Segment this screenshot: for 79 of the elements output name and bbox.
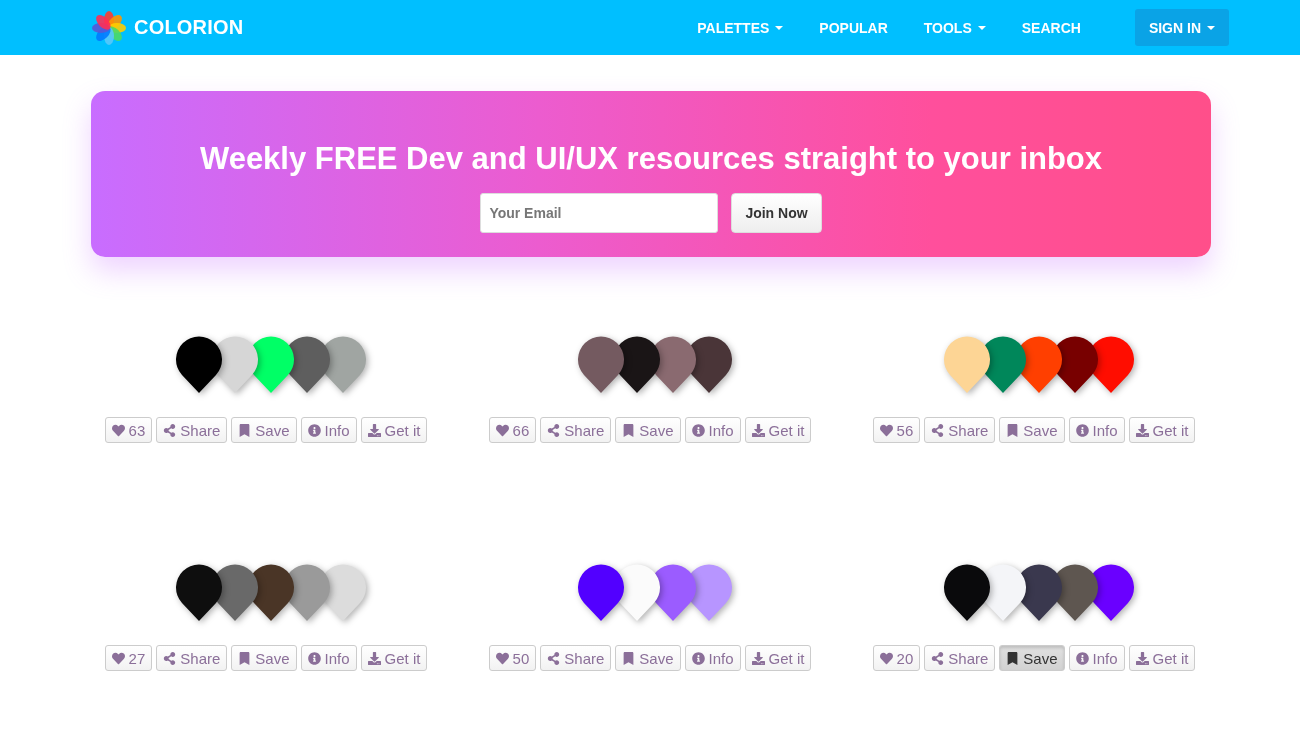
- info-button[interactable]: Info: [300, 417, 357, 443]
- download-icon: [1135, 651, 1149, 665]
- save-button[interactable]: Save: [999, 417, 1065, 443]
- like-button[interactable]: 27: [104, 645, 153, 671]
- share-button[interactable]: Share: [156, 417, 228, 443]
- info-button[interactable]: Info: [684, 417, 741, 443]
- share-button[interactable]: Share: [924, 417, 996, 443]
- download-button[interactable]: Get it: [744, 645, 812, 671]
- share-button[interactable]: Share: [924, 645, 996, 671]
- download-icon: [751, 651, 765, 665]
- share-button[interactable]: Share: [540, 645, 612, 671]
- color-drops-drawing[interactable]: [577, 335, 733, 395]
- share-icon: [163, 423, 177, 437]
- nav-link[interactable]: PALETTES: [697, 19, 784, 36]
- caret-icon: [775, 25, 784, 30]
- flower-logo-icon: [92, 10, 126, 45]
- download-icon: [367, 423, 381, 437]
- heart-icon: [111, 423, 125, 437]
- info-button[interactable]: Info: [1068, 417, 1125, 443]
- bookmark-icon: [622, 423, 636, 437]
- heart-icon: [495, 651, 509, 665]
- download-button[interactable]: Get it: [1128, 417, 1196, 443]
- like-button[interactable]: 56: [872, 417, 921, 443]
- share-icon: [931, 423, 945, 437]
- bookmark-icon: [238, 423, 252, 437]
- color-drops-drawing[interactable]: [577, 563, 733, 623]
- bookmark-icon: [1006, 423, 1020, 437]
- share-icon: [547, 651, 561, 665]
- info-icon: [1075, 423, 1089, 437]
- nav-link[interactable]: SEARCH: [1021, 19, 1081, 36]
- share-icon: [931, 651, 945, 665]
- info-icon: [307, 423, 321, 437]
- heart-icon: [879, 423, 893, 437]
- download-button[interactable]: Get it: [744, 417, 812, 443]
- share-icon: [547, 423, 561, 437]
- info-button[interactable]: Info: [300, 645, 357, 671]
- info-button[interactable]: Info: [1068, 645, 1125, 671]
- info-icon: [1075, 651, 1089, 665]
- email-field[interactable]: Your Email: [480, 193, 719, 233]
- heart-icon: [879, 651, 893, 665]
- download-icon: [1135, 423, 1149, 437]
- like-button[interactable]: 20: [872, 645, 921, 671]
- download-icon: [751, 423, 765, 437]
- download-icon: [367, 651, 381, 665]
- save-button[interactable]: Save: [231, 645, 297, 671]
- color-drops-drawing[interactable]: [175, 335, 367, 395]
- like-button[interactable]: 63: [104, 417, 153, 443]
- brand-name[interactable]: COLORION: [134, 16, 244, 39]
- bookmark-icon: [238, 651, 252, 665]
- info-icon: [691, 423, 705, 437]
- caret-icon: [1207, 25, 1215, 30]
- save-button[interactable]: Save: [231, 417, 297, 443]
- info-icon: [691, 651, 705, 665]
- download-button[interactable]: Get it: [360, 417, 428, 443]
- bookmark-icon: [622, 651, 636, 665]
- share-icon: [163, 651, 177, 665]
- share-button[interactable]: Share: [540, 417, 612, 443]
- join-button[interactable]: Join Now: [731, 193, 822, 233]
- save-button[interactable]: Save: [615, 645, 681, 671]
- like-button[interactable]: 50: [488, 645, 537, 671]
- bookmark-icon: [1006, 651, 1020, 665]
- download-button[interactable]: Get it: [360, 645, 428, 671]
- info-icon: [307, 651, 321, 665]
- color-drops-drawing[interactable]: [943, 335, 1135, 395]
- save-button[interactable]: Save: [615, 417, 681, 443]
- heart-icon: [495, 423, 509, 437]
- banner-title: Weekly FREE Dev and UI/UX resources straight to your inbox: [199, 141, 1103, 177]
- sign-in-button[interactable]: SIGN IN: [1134, 9, 1229, 46]
- color-drops-drawing[interactable]: [943, 563, 1135, 623]
- caret-icon: [977, 25, 986, 30]
- nav-link[interactable]: TOOLS: [923, 19, 986, 36]
- download-button[interactable]: Get it: [1128, 645, 1196, 671]
- color-drops-drawing[interactable]: [175, 563, 367, 623]
- like-button[interactable]: 66: [488, 417, 537, 443]
- save-button[interactable]: Save: [999, 645, 1065, 671]
- heart-icon: [111, 651, 125, 665]
- info-button[interactable]: Info: [684, 645, 741, 671]
- share-button[interactable]: Share: [156, 645, 228, 671]
- nav-link[interactable]: POPULAR: [819, 19, 888, 36]
